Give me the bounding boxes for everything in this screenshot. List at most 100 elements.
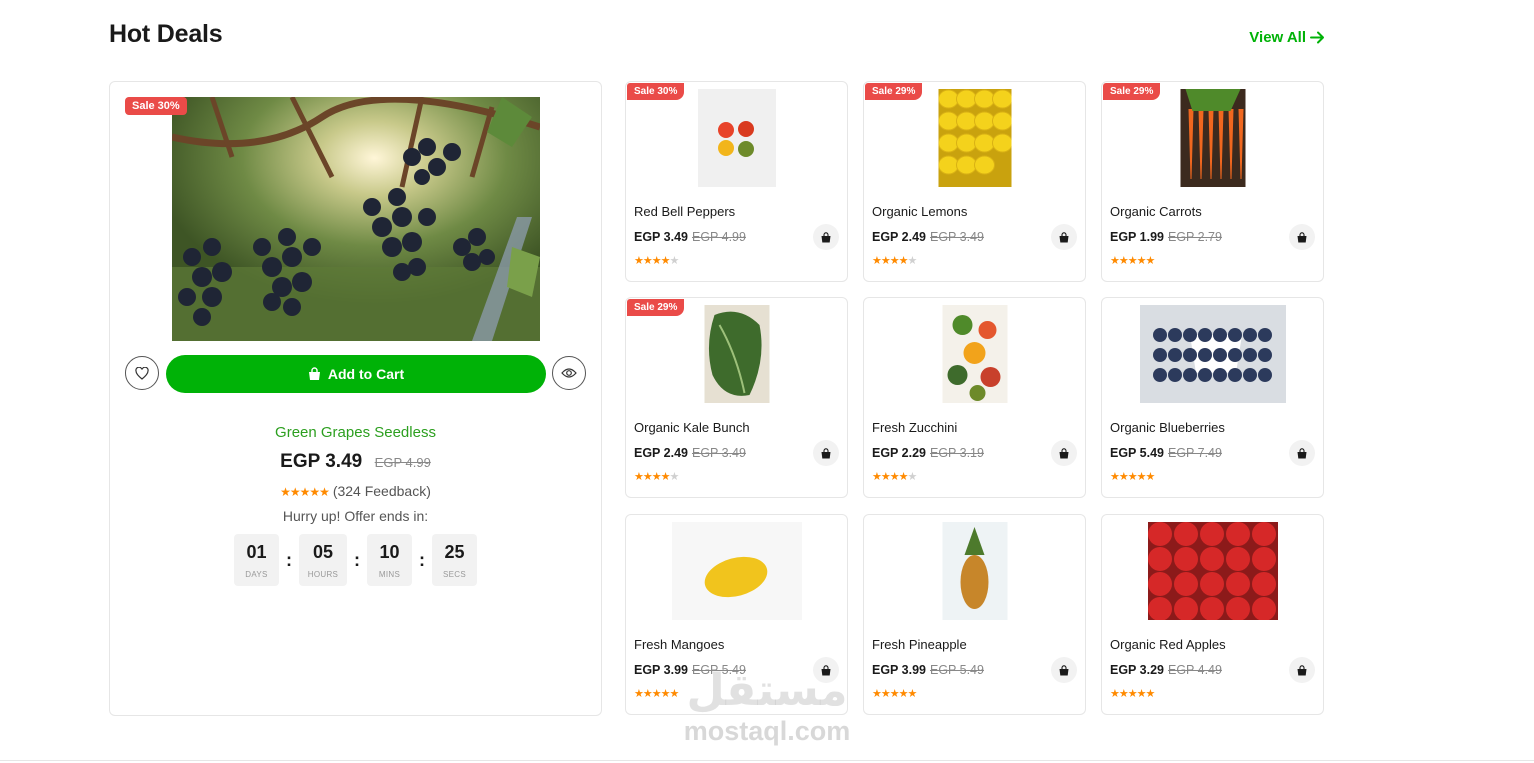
shopping-bag-icon (308, 367, 320, 380)
product-name[interactable]: Fresh Pineapple (872, 637, 967, 652)
rating-stars: ★★★★★ (872, 688, 917, 700)
old-price: EGP 4.99 (374, 455, 431, 470)
product-name[interactable]: Green Grapes Seedless (110, 424, 601, 441)
shopping-bag-icon (821, 447, 831, 458)
product-price: EGP 1.99 EGP 2.79 (1110, 230, 1222, 244)
shopping-bag-icon (1297, 231, 1307, 242)
product-name[interactable]: Red Bell Peppers (634, 204, 735, 219)
current-price: EGP 2.49 (634, 446, 688, 460)
divider (0, 760, 1534, 761)
sale-badge: Sale 29% (1103, 83, 1161, 100)
shopping-bag-icon (1297, 447, 1307, 458)
rating-stars: ★★★★★ (1110, 471, 1155, 483)
rating-stars: ★★★★★ (1110, 255, 1155, 267)
current-price: EGP 3.99 (634, 663, 688, 677)
feedback-count: (324 Feedback) (332, 483, 431, 499)
section-header: Hot Deals View All (109, 20, 1325, 54)
add-to-cart-button[interactable]: Add to Cart (166, 355, 546, 393)
product-card[interactable]: Fresh Mangoes EGP 3.99 EGP 5.49 ★★★★★ (625, 514, 848, 715)
countdown-separator: : (286, 549, 292, 570)
add-to-cart-button[interactable] (1289, 657, 1315, 683)
product-card[interactable]: Sale 29% Organic Kale Bunch EGP 2.49 EGP 3.… (625, 297, 848, 498)
view-all-link[interactable]: View All (1249, 29, 1325, 46)
old-price: EGP 7.49 (1167, 446, 1222, 460)
product-name[interactable]: Organic Red Apples (1110, 637, 1226, 652)
old-price: EGP 5.49 (929, 663, 984, 677)
add-to-cart-button[interactable] (1051, 657, 1077, 683)
product-name[interactable]: Organic Lemons (872, 204, 967, 219)
old-price: EGP 4.49 (1167, 663, 1222, 677)
old-price: EGP 3.49 (929, 230, 984, 244)
rating-stars: ★★★★★ (634, 688, 679, 700)
current-price: EGP 3.29 (1110, 663, 1164, 677)
add-to-cart-button[interactable] (813, 657, 839, 683)
current-price: EGP 5.49 (1110, 446, 1164, 460)
current-price: EGP 3.49 (634, 230, 688, 244)
countdown-timer: 01 DAYS : 05 HOURS : 10 MINS : 25 SECS (234, 534, 477, 586)
sale-badge: Sale 29% (865, 83, 923, 100)
product-card[interactable]: Sale 29% Organic Lemons EGP 2.49 EGP 3.49 ★★… (863, 81, 1086, 282)
grapes-image[interactable] (172, 97, 540, 341)
rating: ★★★★★ (324 Feedback) (110, 483, 601, 499)
shopping-bag-icon (1059, 447, 1069, 458)
sale-badge: Sale 30% (125, 97, 187, 115)
sale-badge: Sale 29% (627, 299, 685, 316)
product-price: EGP 3.99 EGP 5.49 (634, 663, 746, 677)
watermark-text: mostaql.com (683, 716, 851, 746)
product-image[interactable] (697, 89, 776, 187)
product-price: EGP 5.49 EGP 7.49 (1110, 446, 1222, 460)
product-name[interactable]: Organic Kale Bunch (634, 420, 750, 435)
rating-stars: ★★★★★ (872, 255, 917, 267)
rating-stars: ★★★★★ (634, 255, 679, 267)
product-image[interactable] (671, 522, 802, 620)
product-image[interactable] (938, 89, 1011, 187)
old-price: EGP 2.79 (1167, 230, 1222, 244)
product-name[interactable]: Fresh Mangoes (634, 637, 724, 652)
product-image[interactable] (942, 522, 1007, 620)
product-image[interactable] (1180, 89, 1245, 187)
add-to-cart-button[interactable] (1289, 224, 1315, 250)
sale-badge: Sale 30% (627, 83, 685, 100)
product-price: EGP 2.49 EGP 3.49 (872, 230, 984, 244)
product-image[interactable] (1147, 522, 1278, 620)
product-image[interactable] (1139, 305, 1286, 403)
add-to-cart-button[interactable] (1051, 440, 1077, 466)
product-price: EGP 3.49 EGP 4.99 (634, 230, 746, 244)
section-title: Hot Deals (109, 20, 223, 48)
arrow-right-icon (1310, 31, 1324, 44)
featured-deal-card: Sale 30% Add to Cart Green Grapes Seedle… (109, 81, 602, 716)
rating-stars: ★★★★★ (1110, 688, 1155, 700)
product-name[interactable]: Fresh Zucchini (872, 420, 957, 435)
product-card[interactable]: Organic Red Apples EGP 3.29 EGP 4.49 ★★★★★ (1101, 514, 1324, 715)
countdown-days: 01 DAYS (234, 534, 279, 586)
add-to-cart-button[interactable] (813, 224, 839, 250)
product-price: EGP 3.49 EGP 4.99 (110, 451, 601, 473)
shopping-bag-icon (1297, 664, 1307, 675)
current-price: EGP 3.49 (280, 451, 363, 472)
add-to-cart-button[interactable] (813, 440, 839, 466)
product-image[interactable] (704, 305, 769, 403)
product-price: EGP 3.99 EGP 5.49 (872, 663, 984, 677)
current-price: EGP 2.49 (872, 230, 926, 244)
quick-view-button[interactable] (552, 356, 586, 390)
wishlist-button[interactable] (125, 356, 159, 390)
old-price: EGP 5.49 (691, 663, 746, 677)
product-card[interactable]: Fresh Pineapple EGP 3.99 EGP 5.49 ★★★★★ (863, 514, 1086, 715)
current-price: EGP 1.99 (1110, 230, 1164, 244)
view-all-label: View All (1249, 29, 1306, 46)
countdown-secs: 25 SECS (432, 534, 477, 586)
product-card[interactable]: Fresh Zucchini EGP 2.29 EGP 3.19 ★★★★★ (863, 297, 1086, 498)
shopping-bag-icon (821, 231, 831, 242)
product-name[interactable]: Organic Carrots (1110, 204, 1202, 219)
product-card[interactable]: Sale 29% Organic Carrots EGP 1.99 EGP 2.79 ★… (1101, 81, 1324, 282)
product-price: EGP 2.49 EGP 3.49 (634, 446, 746, 460)
add-to-cart-button[interactable] (1289, 440, 1315, 466)
product-card[interactable]: Organic Blueberries EGP 5.49 EGP 7.49 ★★★★★ (1101, 297, 1324, 498)
product-image[interactable] (942, 305, 1007, 403)
add-to-cart-label: Add to Cart (327, 366, 405, 382)
current-price: EGP 3.99 (872, 663, 926, 677)
shopping-bag-icon (1059, 231, 1069, 242)
add-to-cart-button[interactable] (1051, 224, 1077, 250)
product-name[interactable]: Organic Blueberries (1110, 420, 1225, 435)
product-card[interactable]: Sale 30% Red Bell Peppers EGP 3.49 EGP 4.99… (625, 81, 848, 282)
